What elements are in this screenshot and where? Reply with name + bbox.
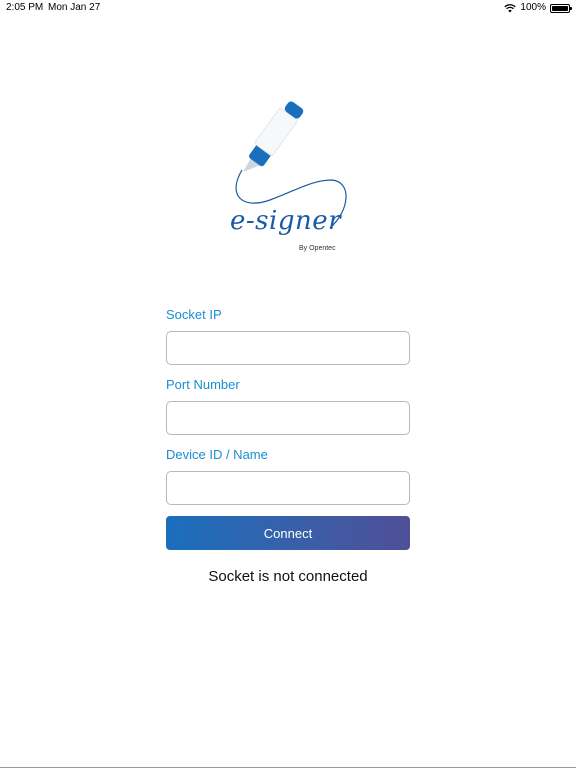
battery-fill: [552, 5, 568, 11]
logo-wordmark: e-signer: [230, 206, 342, 236]
connection-form: Socket IP Port Number Device ID / Name C…: [166, 306, 410, 550]
pen-icon: [235, 101, 347, 229]
status-indicators: 100%: [504, 0, 572, 16]
port-number-label: Port Number: [166, 377, 240, 392]
wifi-icon: [504, 3, 517, 13]
device-id-label: Device ID / Name: [166, 447, 268, 462]
device-id-input[interactable]: [166, 471, 410, 505]
battery-percentage: 100%: [520, 2, 546, 13]
socket-ip-label: Socket IP: [166, 307, 222, 322]
battery-icon: [550, 3, 572, 13]
status-date: Mon Jan 27: [48, 2, 101, 13]
connection-status: Socket is not connected: [208, 568, 368, 585]
status-bar: 2:05 PM Mon Jan 27 100%: [0, 0, 576, 16]
logo-byline: By Opentec: [299, 245, 336, 252]
connect-button[interactable]: Connect: [166, 516, 410, 550]
app-logo: e-signer By Opentec: [222, 100, 352, 260]
port-number-input[interactable]: [166, 401, 410, 435]
socket-ip-input[interactable]: [166, 331, 410, 365]
status-time: 2:05 PM: [6, 2, 44, 13]
